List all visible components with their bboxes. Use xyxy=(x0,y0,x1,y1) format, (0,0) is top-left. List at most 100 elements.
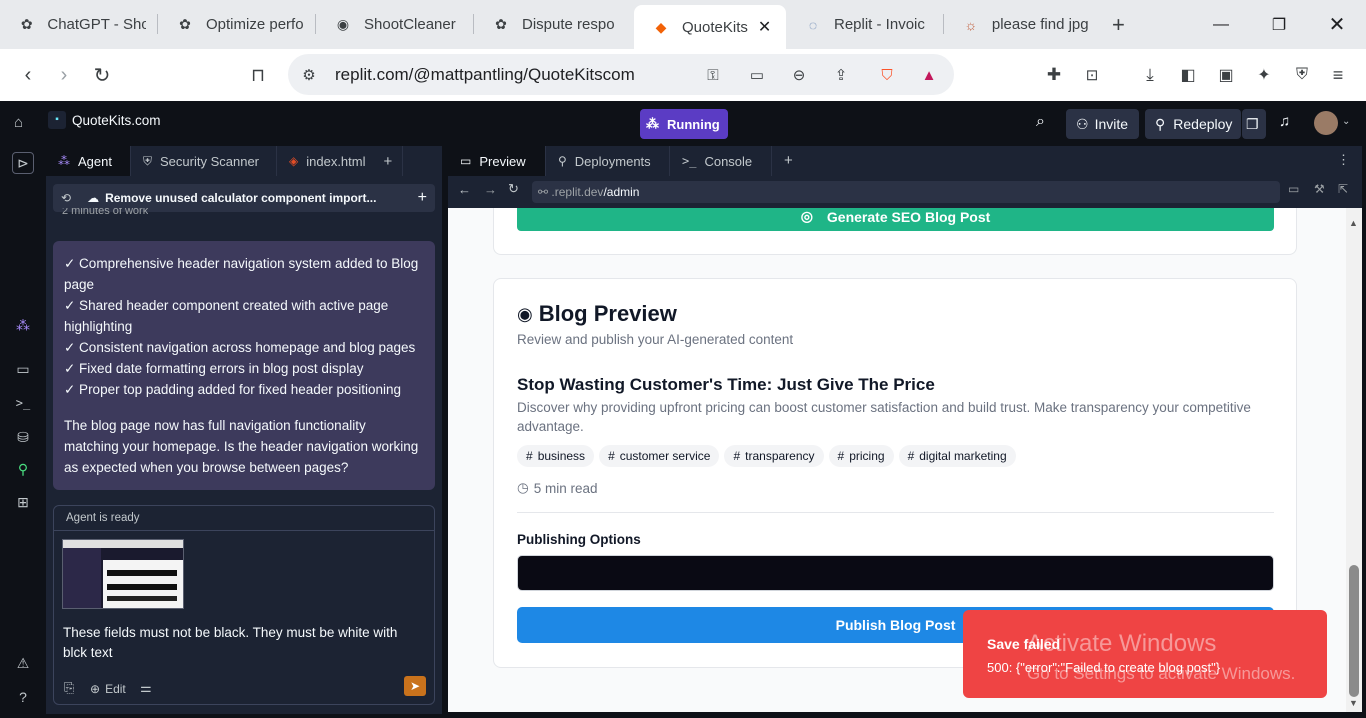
devices-icon[interactable]: ▭ xyxy=(1288,182,1299,196)
extensions-icon[interactable]: ✚ xyxy=(1042,63,1066,87)
agent-question: The blog page now has full navigation fu… xyxy=(64,418,419,475)
forward-icon[interactable]: › xyxy=(52,63,76,87)
generate-button[interactable]: ◎ Generate SEO Blog Post xyxy=(517,208,1274,231)
scroll-down-icon[interactable]: ▼ xyxy=(1349,698,1358,708)
tab-index-html[interactable]: ◈ index.html + xyxy=(277,146,403,176)
tab-agent[interactable]: ⁂ Agent xyxy=(46,146,131,176)
deployments-icon[interactable]: ⚲ xyxy=(12,458,34,480)
tab-preview[interactable]: ▭ Preview xyxy=(448,146,546,176)
restore-icon[interactable]: ❐ xyxy=(1250,0,1308,49)
add-tab-icon[interactable]: + xyxy=(772,146,805,176)
deploy-menu-button[interactable]: ❐ xyxy=(1242,109,1266,139)
sidebar-icon[interactable]: ◧ xyxy=(1176,63,1200,87)
close-window-icon[interactable]: ✕ xyxy=(1308,0,1366,49)
vpn-icon[interactable]: ⛨ xyxy=(1290,63,1314,87)
address-bar[interactable]: ⚙ replit.com/@mattpantling/QuoteKitscom … xyxy=(288,54,954,95)
site-settings-icon[interactable]: ⚙ xyxy=(298,64,320,86)
brave-shield-icon[interactable]: ⛉ xyxy=(876,64,898,86)
tab-label: ChatGPT - Sho xyxy=(47,16,146,33)
more-options-icon[interactable]: ⋮ xyxy=(1337,152,1350,168)
key-icon[interactable]: ⚿ xyxy=(702,64,724,86)
tab-security-scanner[interactable]: ⛨ Security Scanner xyxy=(131,146,277,176)
replit-header: ⌂ ▪ QuoteKits.com ⁂ Running ⌕ ⚇ Invite ⚲… xyxy=(0,101,1366,146)
settings-sliders-icon[interactable]: ⚌ xyxy=(140,680,152,696)
screenshot-icon[interactable]: ⊡ xyxy=(1080,63,1104,87)
close-tab-icon[interactable]: ✕ xyxy=(758,17,771,37)
publishing-select[interactable] xyxy=(517,555,1274,591)
openai-icon: ✿ xyxy=(179,16,191,32)
chevron-down-icon[interactable]: ⌄ xyxy=(1342,116,1350,127)
redeploy-button[interactable]: ⚲ Redeploy xyxy=(1145,109,1241,139)
list-item: ✓ Fixed date formatting errors in blog p… xyxy=(64,361,364,376)
openai-icon: ✿ xyxy=(20,16,33,32)
browser-tab-claude[interactable]: ☼ please find jpg xyxy=(944,0,1100,49)
add-tab-icon[interactable]: + xyxy=(383,153,392,170)
new-chat-icon[interactable]: + xyxy=(418,189,427,207)
attached-screenshot[interactable] xyxy=(62,539,184,609)
preview-reload-icon[interactable]: ↻ xyxy=(508,181,519,197)
preview-back-icon[interactable]: ← xyxy=(458,182,471,197)
shell-icon[interactable]: >_ xyxy=(12,392,34,414)
history-icon[interactable]: ⟲ xyxy=(61,191,71,205)
help-icon[interactable]: ? xyxy=(12,686,34,708)
scrollbar[interactable]: ▲ ▼ xyxy=(1346,208,1362,712)
monitor-icon[interactable]: ▭ xyxy=(12,358,34,380)
browser-tab-optimize[interactable]: ✿ Optimize perfo xyxy=(158,0,316,49)
database-icon[interactable]: ⛁ xyxy=(12,426,34,448)
browser-tab-shootcleaner[interactable]: ◉ ShootCleaner xyxy=(316,0,474,49)
open-new-tab-icon[interactable]: ⇱ xyxy=(1338,182,1348,196)
agent-icon[interactable]: ⁂ xyxy=(12,314,34,336)
devtools-icon[interactable]: ⚒ xyxy=(1314,182,1325,196)
reload-icon[interactable]: ↻ xyxy=(90,63,114,87)
all-tools-icon[interactable]: ⊞ xyxy=(12,491,34,513)
search-icon[interactable]: ⌕ xyxy=(1036,113,1045,131)
browser-tab-quotekits[interactable]: ◆ QuoteKits ✕ xyxy=(634,5,786,49)
files-icon[interactable]: ⊳ xyxy=(12,152,34,174)
scrollbar-thumb[interactable] xyxy=(1349,565,1359,697)
invite-button[interactable]: ⚇ Invite xyxy=(1066,109,1139,139)
back-icon[interactable]: ‹ xyxy=(16,63,40,87)
browser-tab-dispute[interactable]: ✿ Dispute respo xyxy=(474,0,634,49)
url-host: .replit.dev xyxy=(551,185,604,199)
browser-tab-replit-invoice[interactable]: ◌ Replit - Invoic xyxy=(786,0,944,49)
tab-label: Replit - Invoic xyxy=(834,16,925,33)
menu-icon[interactable]: ≡ xyxy=(1326,63,1350,87)
chat-input[interactable]: These fields must not be black. They mus… xyxy=(63,623,425,663)
run-button[interactable]: ⁂ Running xyxy=(640,109,728,139)
list-item: ✓ Consistent navigation across homepage … xyxy=(64,340,416,355)
read-time: ◷ 5 min read xyxy=(517,480,598,496)
edit-button[interactable]: ⊕ Edit xyxy=(90,682,126,696)
blog-preview-heading: ◉ Blog Preview xyxy=(517,301,677,327)
cast-icon[interactable]: ▭ xyxy=(746,64,768,86)
preview-forward-icon[interactable]: → xyxy=(484,182,497,197)
claude-icon: ☼ xyxy=(964,16,978,33)
zoom-icon[interactable]: ⊖ xyxy=(788,64,810,86)
tab-deployments[interactable]: ⚲ Deployments xyxy=(546,146,670,176)
project-name[interactable]: ▪ QuoteKits.com xyxy=(48,111,161,129)
agent-icon: ⁂ xyxy=(58,154,70,168)
leo-ai-icon[interactable]: ✦ xyxy=(1252,63,1276,87)
publish-label: Publish Blog Post xyxy=(835,617,956,633)
new-tab-icon[interactable]: + xyxy=(1112,12,1125,38)
send-button[interactable]: ➤ xyxy=(404,676,426,696)
browser-tab-chatgpt[interactable]: ✿ ChatGPT - Sho xyxy=(0,0,158,49)
wallet-icon[interactable]: ▣ xyxy=(1214,63,1238,87)
alerts-icon[interactable]: ⚠ xyxy=(12,652,34,674)
attach-icon[interactable]: ⎘ xyxy=(64,680,74,696)
hash-icon: # xyxy=(608,449,615,463)
tag-business: # business xyxy=(517,445,595,467)
tab-console[interactable]: >_ Console xyxy=(670,146,772,176)
tag-pricing: # pricing xyxy=(828,445,894,467)
minimize-icon[interactable]: — xyxy=(1192,0,1250,49)
openai-icon: ✿ xyxy=(495,16,507,32)
notification-bell-icon[interactable]: ♫ xyxy=(1279,113,1290,130)
avatar[interactable] xyxy=(1314,111,1338,135)
bookmark-icon[interactable]: ⊓ xyxy=(246,63,270,87)
scroll-up-icon[interactable]: ▲ xyxy=(1349,218,1358,228)
preview-url-input[interactable]: ⚯ .replit.dev/admin xyxy=(532,181,1280,203)
brave-rewards-icon[interactable]: ▲ xyxy=(918,64,940,86)
download-icon[interactable]: ⤓ xyxy=(1138,63,1162,87)
share-icon[interactable]: ⇪ xyxy=(830,64,852,86)
home-icon[interactable]: ⌂ xyxy=(14,114,23,131)
chat-composer: Agent is ready These fields must not be … xyxy=(53,505,435,705)
